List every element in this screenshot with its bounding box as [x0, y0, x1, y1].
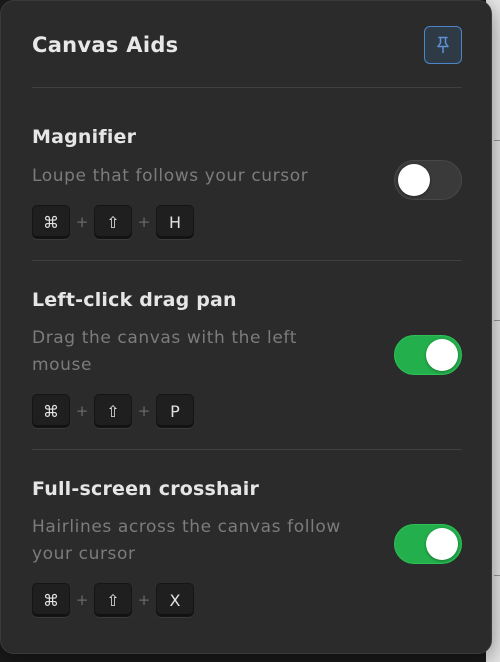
- drag-pan-section: Left-click drag pan Drag the canvas with…: [32, 288, 462, 428]
- crosshair-toggle[interactable]: [394, 524, 462, 564]
- command-key: ⌘: [32, 583, 70, 617]
- toggle-knob: [426, 339, 458, 371]
- plus-separator: +: [75, 213, 89, 231]
- command-key: ⌘: [32, 205, 70, 239]
- toggle-knob: [426, 528, 458, 560]
- section-divider: [32, 260, 462, 261]
- panel-header: Canvas Aids: [32, 25, 462, 67]
- section-divider: [32, 449, 462, 450]
- letter-key: X: [156, 583, 194, 617]
- letter-key: H: [156, 205, 194, 239]
- plus-separator: +: [137, 213, 151, 231]
- panel-title: Canvas Aids: [32, 33, 179, 57]
- crosshair-section: Full-screen crosshair Hairlines across t…: [32, 477, 462, 617]
- crosshair-shortcut: ⌘ + ⇧ + X: [32, 583, 194, 617]
- magnifier-shortcut: ⌘ + ⇧ + H: [32, 205, 194, 239]
- header-divider: [32, 87, 462, 88]
- plus-separator: +: [75, 402, 89, 420]
- plus-separator: +: [75, 591, 89, 609]
- crosshair-description: Hairlines across the canvas follow your …: [32, 517, 341, 564]
- magnifier-section: Magnifier Loupe that follows your cursor…: [32, 125, 462, 241]
- drag-pan-description: Drag the canvas with the left mouse: [32, 328, 297, 375]
- drag-pan-title: Left-click drag pan: [32, 289, 237, 311]
- drag-pan-toggle[interactable]: [394, 335, 462, 375]
- magnifier-toggle[interactable]: [394, 160, 462, 200]
- shift-key: ⇧: [94, 394, 132, 428]
- toggle-knob: [398, 164, 430, 196]
- letter-key: P: [156, 394, 194, 428]
- command-key: ⌘: [32, 394, 70, 428]
- pin-button[interactable]: [424, 26, 462, 64]
- crosshair-title: Full-screen crosshair: [32, 478, 260, 500]
- drag-pan-shortcut: ⌘ + ⇧ + P: [32, 394, 194, 428]
- shift-key: ⇧: [94, 205, 132, 239]
- shift-key: ⇧: [94, 583, 132, 617]
- plus-separator: +: [137, 402, 151, 420]
- plus-separator: +: [137, 591, 151, 609]
- pin-icon: [437, 36, 449, 54]
- canvas-aids-panel: Canvas Aids Magnifier Loupe that follows…: [0, 0, 492, 654]
- magnifier-description: Loupe that follows your cursor: [32, 166, 309, 186]
- magnifier-title: Magnifier: [32, 126, 137, 148]
